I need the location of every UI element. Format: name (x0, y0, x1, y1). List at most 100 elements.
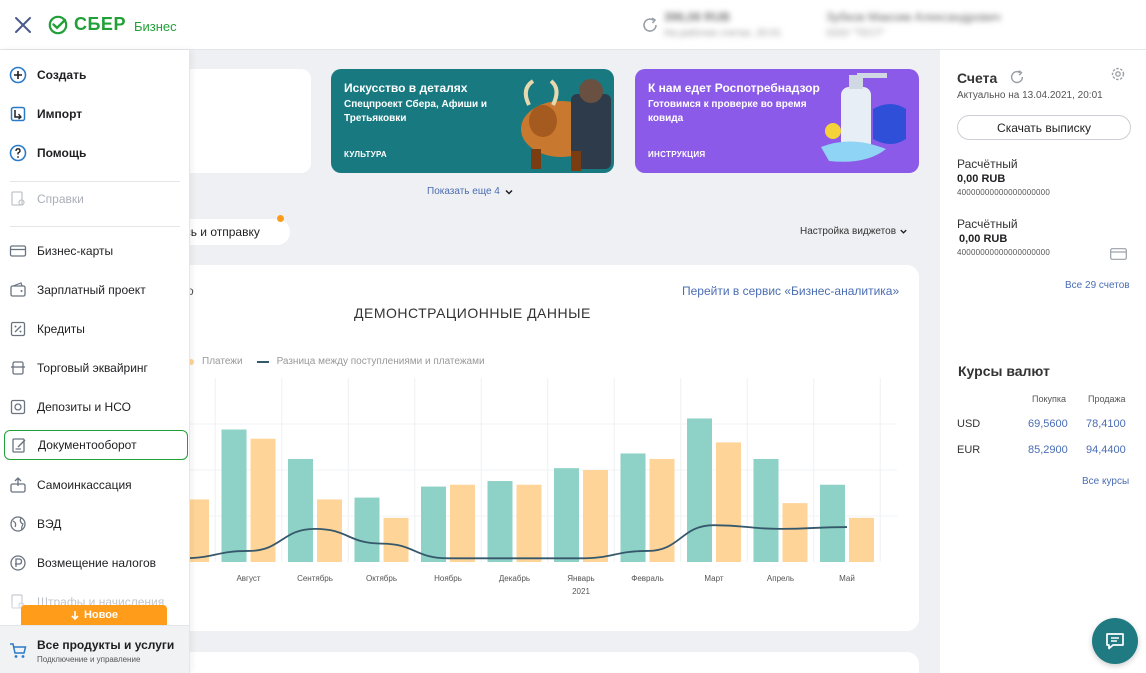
sidebar-divider (10, 226, 180, 227)
sidebar-item-label: Создать (37, 68, 87, 82)
x-tick-label: Август (236, 574, 260, 583)
help-icon (9, 144, 27, 162)
widgets-settings-label: Настройка виджетов (800, 226, 897, 237)
account-sum[interactable]: 0,00 RUB (957, 173, 1005, 185)
accounts-title: Счета (957, 70, 998, 86)
chart-bar[interactable] (250, 438, 276, 562)
sidebar-item[interactable]: Самоинкассация (4, 470, 188, 500)
sidebar-item[interactable]: Бизнес-карты (4, 236, 188, 266)
chart-bar[interactable] (554, 468, 579, 562)
chat-button[interactable] (1092, 618, 1138, 664)
percent-icon (10, 321, 26, 337)
chart-bar[interactable] (782, 503, 808, 562)
sidebar-item[interactable]: Справки (4, 184, 188, 214)
x-tick-label: Сентябрь (297, 574, 333, 583)
sign-pill-label: ись и отправку (178, 225, 260, 239)
safe-icon (10, 399, 26, 415)
card-icon (9, 245, 27, 257)
x-tick-label: Апрель (767, 574, 794, 583)
chart-bar[interactable] (583, 470, 608, 562)
fx-buy-header: Покупка (1032, 394, 1067, 404)
chevron-down-icon (505, 189, 513, 195)
all-rates-link[interactable]: Все курсы (1082, 476, 1129, 487)
close-icon[interactable] (12, 14, 34, 36)
account-type: Расчётный (957, 157, 1018, 171)
arrow-down-icon (71, 611, 79, 620)
chart-title: ДЕМОНСТРАЦИОННЫЕ ДАННЫЕ (354, 305, 591, 321)
sidebar-item[interactable]: Торговый эквайринг (4, 353, 188, 383)
chart-bar[interactable] (849, 517, 874, 562)
chart-bar[interactable] (620, 453, 646, 562)
download-statement-button[interactable]: Скачать выписку (957, 115, 1131, 140)
chart-bar[interactable] (753, 458, 779, 562)
banner-inspection[interactable]: К нам едет Роспотребнадзор Готовимся к п… (635, 69, 919, 173)
sidebar-item-label: Бизнес-карты (37, 244, 114, 258)
bar-chart: ИюльАвгустСентябрьОктябрьНоябрьДекабрьЯн… (150, 378, 897, 596)
sber-logo[interactable]: СБЕР Бизнес (48, 14, 177, 35)
balance-info[interactable]: 396,08 RUB На рабочих счетах, 20:01 (664, 10, 781, 39)
legend-diff: Разница между поступлениями и платежами (276, 356, 485, 367)
refresh-icon[interactable] (640, 15, 660, 35)
chart-bar[interactable] (716, 442, 741, 562)
fx-sell-rate[interactable]: 94,4400 (1086, 444, 1126, 456)
account-sum[interactable]: 0,00 RUB (959, 233, 1007, 245)
cart-icon (10, 643, 27, 658)
sidebar-item[interactable]: Создать (4, 60, 188, 90)
legend-payments: Платежи (202, 356, 243, 367)
sidebar-item[interactable]: Зарплатный проект (4, 275, 188, 305)
sidebar-item[interactable]: ВЭД (4, 509, 188, 539)
show-more-link[interactable]: Показать еще 4 (427, 186, 514, 197)
sidebar-item[interactable]: Кредиты (4, 314, 188, 344)
sidebar-item[interactable]: Возмещение налогов (4, 548, 188, 578)
sidebar-item[interactable]: Документооборот (4, 430, 188, 460)
banner-category: КУЛЬТУРА (344, 150, 387, 159)
chart-bar[interactable] (354, 497, 380, 562)
sidebar-item-label: Возмещение налогов (37, 556, 156, 570)
user-info[interactable]: Зубков Максим Александрович ООО "ТЕСТ" (826, 10, 1001, 39)
business-analytics-link[interactable]: Перейти в сервис «Бизнес-аналитика» (682, 284, 899, 298)
chart-bar[interactable] (820, 484, 845, 562)
all-products-button[interactable]: Все продукты и услуги Подключение и упра… (0, 625, 189, 673)
fx-sell-rate[interactable]: 78,4100 (1086, 418, 1126, 430)
chart-bar[interactable] (487, 481, 513, 562)
sidebar-item[interactable]: Депозиты и НСО (4, 392, 188, 422)
sidebar-item[interactable]: Импорт (4, 99, 188, 129)
sidebar-divider (10, 181, 180, 182)
chart-bar[interactable] (649, 458, 675, 562)
fx-currency: EUR (957, 444, 981, 456)
balance-note: На рабочих счетах, 20:01 (664, 28, 782, 39)
chevron-down-icon (900, 229, 907, 234)
logo-sub: Бизнес (133, 18, 177, 34)
top-bar: СБЕР Бизнес 396,08 RUB На рабочих счетах… (0, 0, 1146, 50)
chart-bar[interactable] (383, 517, 409, 562)
fx-buy-rate[interactable]: 69,5600 (1028, 418, 1068, 430)
chart-bar[interactable] (288, 458, 313, 562)
chart-bar[interactable] (421, 486, 446, 562)
sidebar-item-label: Импорт (37, 107, 83, 121)
x-tick-label: Март (704, 574, 723, 583)
banner-category: ИНСТРУКЦИЯ (648, 150, 706, 159)
chart-bar[interactable] (450, 484, 475, 562)
sidebar-item-label: Документооборот (38, 438, 137, 452)
widgets-settings[interactable]: Настройка виджетов (800, 226, 908, 237)
chart-bar[interactable] (687, 418, 712, 562)
gear-icon[interactable] (1110, 66, 1126, 82)
terminal-icon (11, 361, 25, 375)
chat-icon (1106, 633, 1124, 650)
card-icon[interactable] (1110, 248, 1127, 260)
sanitizer-illustration-icon (821, 73, 906, 162)
globe-icon (10, 516, 26, 532)
banner-art[interactable]: Искусство в деталях Спецпроект Сбера, Аф… (331, 69, 614, 173)
chart-bar[interactable] (516, 484, 542, 562)
fx-buy-rate[interactable]: 85,2900 (1028, 444, 1068, 456)
refresh-icon[interactable] (1008, 68, 1026, 86)
chart-legend: Платежи Разница между поступлениями и пл… (188, 356, 485, 367)
chart-bar[interactable] (221, 429, 247, 562)
account-number: 40000000000000000000 (957, 188, 1050, 197)
bottom-card (150, 652, 919, 673)
all-products-label: Все продукты и услуги (37, 638, 175, 652)
sidebar-item-label: Зарплатный проект (37, 283, 146, 297)
sidebar-item[interactable]: Помощь (4, 138, 188, 168)
all-accounts-link[interactable]: Все 29 счетов (1065, 280, 1130, 291)
x-tick-label: Май (839, 574, 855, 583)
